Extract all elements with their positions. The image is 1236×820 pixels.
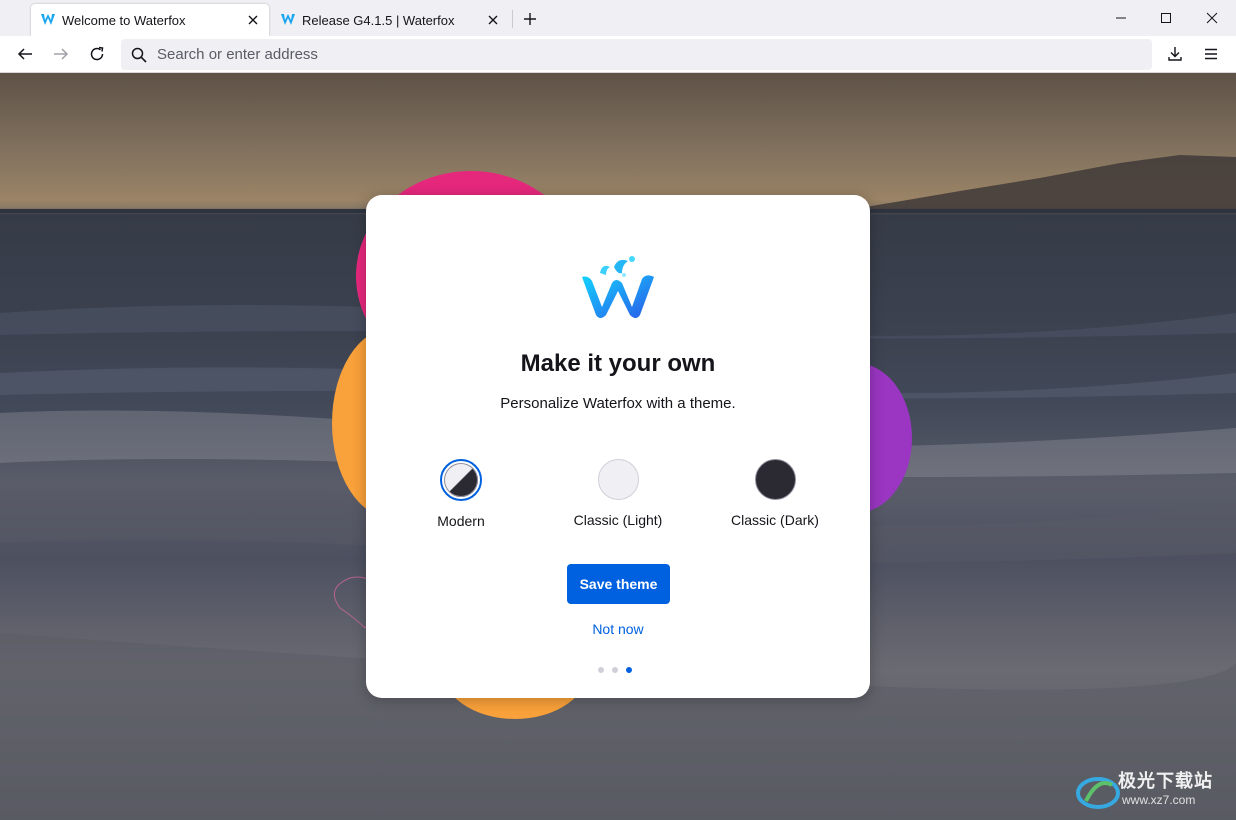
theme-label: Classic (Dark): [731, 512, 819, 528]
plus-icon: [524, 13, 536, 25]
minimize-icon: [1116, 17, 1126, 19]
minimize-button[interactable]: [1098, 0, 1144, 36]
step-indicator: [598, 667, 632, 673]
new-tab-button[interactable]: [519, 8, 541, 30]
maximize-button[interactable]: [1143, 0, 1189, 36]
tab-close-icon[interactable]: [485, 12, 501, 28]
site-watermark: 极光下载站 www.xz7.com: [1076, 767, 1232, 817]
dialog-title: Make it your own: [520, 350, 716, 377]
arrow-left-icon: [17, 48, 32, 60]
classic-dark-theme-swatch[interactable]: [754, 459, 796, 500]
step-dot: [612, 667, 618, 673]
onboarding-dialog: Make it your own Personalize Waterfox wi…: [366, 195, 870, 698]
classic-light-theme-swatch[interactable]: [597, 459, 639, 500]
tab-title: Welcome to Waterfox: [62, 12, 186, 28]
reload-icon: [90, 46, 104, 61]
waterfox-favicon-icon: [40, 12, 56, 29]
page-content: Make it your own Personalize Waterfox wi…: [0, 73, 1236, 820]
waterfox-favicon-icon: [280, 12, 296, 29]
app-menu-button[interactable]: [1197, 40, 1225, 68]
watermark-text: 极光下载站: [1118, 771, 1213, 792]
back-button[interactable]: [11, 40, 39, 68]
watermark-logo-icon: [1076, 777, 1120, 809]
tab-separator: [512, 10, 513, 28]
close-icon: [1206, 12, 1218, 24]
tab-strip: Welcome to Waterfox Release G4.1.5 | Wat…: [0, 0, 1236, 36]
waterfox-logo-icon: [578, 253, 658, 321]
reload-button[interactable]: [83, 40, 111, 68]
theme-option-classic-light[interactable]: Classic (Light): [553, 459, 683, 528]
nav-toolbar: [0, 36, 1236, 73]
downloads-button[interactable]: [1161, 40, 1189, 68]
save-theme-button[interactable]: Save theme: [567, 564, 670, 604]
theme-label: Modern: [437, 513, 485, 529]
forward-button[interactable]: [47, 40, 75, 68]
tab-welcome[interactable]: Welcome to Waterfox: [31, 4, 269, 36]
theme-label: Classic (Light): [573, 512, 663, 528]
address-input[interactable]: [157, 46, 1057, 63]
step-dot: [598, 667, 604, 673]
tab-title: Release G4.1.5 | Waterfox: [302, 12, 455, 28]
search-icon: [131, 47, 147, 63]
watermark-url: www.xz7.com: [1122, 793, 1196, 807]
theme-option-modern[interactable]: Modern: [396, 459, 526, 529]
dialog-subtitle: Personalize Waterfox with a theme.: [500, 395, 736, 412]
theme-option-classic-dark[interactable]: Classic (Dark): [710, 459, 840, 528]
arrow-right-icon: [54, 48, 69, 60]
step-dot-current: [626, 667, 632, 673]
modern-theme-swatch[interactable]: [440, 459, 482, 501]
not-now-link[interactable]: Not now: [366, 621, 870, 637]
hamburger-menu-icon: [1205, 48, 1217, 60]
maximize-icon: [1161, 13, 1171, 23]
tab-close-icon[interactable]: [245, 12, 261, 28]
window-close-button[interactable]: [1189, 0, 1235, 36]
address-bar[interactable]: [121, 39, 1152, 70]
download-icon: [1168, 47, 1182, 61]
tab-release[interactable]: Release G4.1.5 | Waterfox: [271, 4, 509, 36]
